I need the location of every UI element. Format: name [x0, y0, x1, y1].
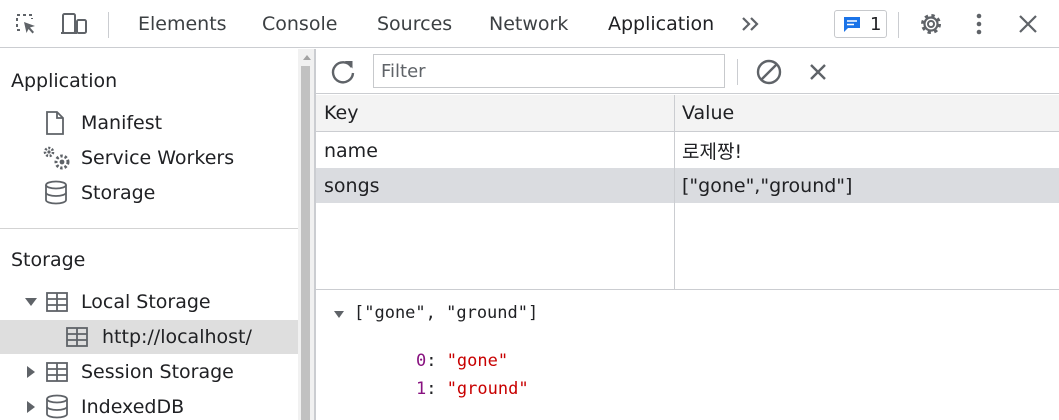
column-divider[interactable] [674, 95, 675, 290]
sidebar-item-session-storage[interactable]: Session Storage [0, 355, 298, 389]
more-vert-icon[interactable] [966, 0, 992, 48]
sidebar-item-label: Storage [81, 182, 156, 204]
table-row[interactable]: name 로제짱! [316, 133, 1059, 168]
refresh-icon[interactable] [328, 57, 358, 87]
collapse-icon[interactable] [334, 311, 344, 318]
column-header-value[interactable]: Value [682, 95, 734, 131]
sidebar-item-storage[interactable]: Storage [0, 176, 298, 210]
sidebar-item-service-workers[interactable]: Service Workers [0, 141, 298, 175]
expand-down-icon[interactable] [25, 298, 37, 306]
preview-index: 1 [415, 379, 427, 399]
tab-network[interactable]: Network [489, 0, 568, 48]
tab-elements[interactable]: Elements [138, 0, 227, 48]
sidebar-item-label: Session Storage [81, 361, 234, 383]
issues-count: 1 [870, 13, 882, 35]
tab-sources[interactable]: Sources [377, 0, 452, 48]
device-toolbar-icon[interactable] [56, 0, 92, 48]
table-icon [45, 291, 69, 313]
table-header: Key Value [316, 95, 1059, 132]
sidebar-item-label: IndexedDB [81, 396, 185, 418]
database-icon [45, 394, 69, 420]
expand-right-icon[interactable] [27, 366, 35, 378]
application-sidebar: Application Manifest Service Workers Sto… [0, 49, 298, 420]
sidebar-item-localhost[interactable]: http://localhost/ [0, 320, 298, 354]
storage-filter-bar [316, 49, 1059, 94]
table-icon [65, 326, 89, 348]
issues-message-icon [842, 15, 862, 33]
sidebar-item-label: Local Storage [81, 291, 211, 313]
database-icon [44, 180, 68, 206]
table-icon [45, 361, 69, 383]
row-key: name [324, 139, 378, 162]
section-title-storage: Storage [11, 249, 86, 271]
sidebar-item-label: http://localhost/ [102, 326, 252, 348]
more-tabs-icon[interactable] [736, 0, 766, 48]
issues-badge[interactable]: 1 [834, 10, 887, 38]
preview-item: 1: "ground" [415, 379, 529, 399]
close-icon[interactable] [1013, 0, 1043, 48]
devtools-toolbar: Elements Console Sources Network Applica… [0, 0, 1059, 48]
cogs-icon [41, 144, 73, 172]
sidebar-divider [0, 228, 298, 229]
document-icon [45, 110, 65, 136]
table-row-selected[interactable]: songs ["gone","ground"] [316, 168, 1059, 203]
scroll-up-icon[interactable] [303, 55, 311, 60]
sidebar-scrollbar-thumb[interactable] [301, 66, 310, 420]
gear-icon[interactable] [912, 0, 950, 48]
tab-console[interactable]: Console [262, 0, 337, 48]
delete-selected-icon[interactable] [803, 57, 833, 87]
row-value: 로제짱! [682, 141, 743, 163]
row-key: songs [324, 174, 380, 197]
filter-input[interactable] [373, 54, 725, 88]
sidebar-item-label: Manifest [81, 112, 163, 134]
preview-summary[interactable]: ["gone", "ground"] [354, 303, 538, 323]
column-header-key[interactable]: Key [324, 95, 358, 131]
tab-application[interactable]: Application [608, 0, 714, 48]
expand-right-icon[interactable] [27, 401, 35, 413]
sidebar-item-manifest[interactable]: Manifest [0, 106, 298, 140]
sidebar-item-local-storage[interactable]: Local Storage [0, 285, 298, 319]
section-title-application: Application [11, 70, 118, 92]
value-preview: ["gone", "ground"] 0: "gone" 1: "ground" [316, 290, 1059, 420]
preview-value: "ground" [446, 379, 529, 399]
sidebar-item-indexeddb[interactable]: IndexedDB [0, 390, 298, 420]
sidebar-item-label: Service Workers [81, 147, 235, 169]
inspect-element-icon[interactable] [8, 0, 44, 48]
local-storage-table: Key Value name 로제짱! songs ["gone","groun… [316, 95, 1059, 290]
row-value: ["gone","ground"] [682, 174, 853, 197]
clear-all-icon[interactable] [753, 57, 785, 87]
